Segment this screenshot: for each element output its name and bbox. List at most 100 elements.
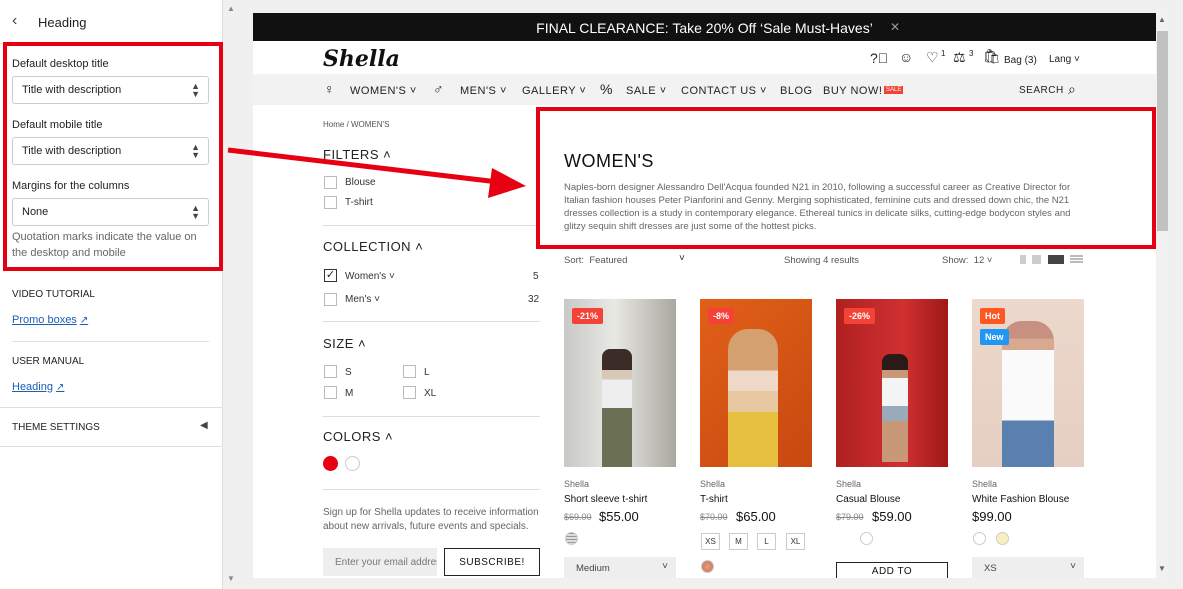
heading-manual-link[interactable]: Heading ↗: [12, 381, 64, 393]
scroll-up-icon[interactable]: ▲: [227, 4, 235, 13]
product-brand: Shella: [836, 479, 862, 489]
size-checkbox[interactable]: [403, 386, 416, 399]
product-brand: Shella: [564, 479, 590, 489]
product-image[interactable]: [564, 299, 676, 467]
color-swatch-white[interactable]: [860, 532, 873, 545]
store-logo[interactable]: Shella: [323, 46, 400, 72]
product-price: $99.00: [972, 509, 1012, 524]
left-scrollbar[interactable]: ▲ ▼: [224, 0, 238, 589]
nav-womens-label: WOMEN'S: [350, 85, 407, 97]
product-image[interactable]: [972, 299, 1084, 467]
scrollbar-thumb[interactable]: [1157, 31, 1168, 231]
new-badge: New: [980, 329, 1009, 345]
color-swatch-stripe[interactable]: [565, 532, 578, 545]
model-figure: [882, 354, 908, 462]
promo-boxes-link[interactable]: Promo boxes ↗: [12, 314, 88, 326]
size-option-m[interactable]: M: [729, 533, 748, 550]
size-checkbox[interactable]: [324, 386, 337, 399]
divider: [323, 225, 540, 226]
nav-womens[interactable]: WOMEN'S ˅: [350, 85, 417, 97]
close-icon[interactable]: ✕: [890, 20, 900, 34]
lang-label: Lang: [1049, 54, 1072, 65]
collection-mens[interactable]: Men's ˅: [345, 294, 380, 305]
sort-select[interactable]: Sort: Featured: [564, 255, 627, 266]
hot-badge: Hot: [980, 308, 1005, 324]
bag-label[interactable]: Bag (3): [1004, 55, 1037, 66]
color-swatch-red[interactable]: [323, 456, 338, 471]
bag-icon[interactable]: 🛍: [983, 48, 1001, 65]
compare-icon[interactable]: ⚖: [953, 49, 966, 66]
sort-label: Sort:: [564, 255, 585, 266]
divider: [0, 407, 223, 408]
search-label[interactable]: SEARCH: [1019, 85, 1064, 96]
woman-icon: ♀: [324, 81, 335, 97]
size-dropdown[interactable]: XS ˅: [972, 557, 1084, 578]
size-l-label: L: [424, 367, 430, 378]
size-option-xl[interactable]: XL: [786, 533, 805, 550]
product-old-price: $79.00: [836, 512, 864, 522]
collection-checkbox[interactable]: [324, 293, 337, 306]
product-name[interactable]: White Fashion Blouse: [972, 494, 1069, 505]
collection-checkbox-checked[interactable]: ✓: [324, 269, 337, 282]
panel-title: Heading: [38, 15, 87, 30]
divider: [323, 416, 540, 417]
size-option-xs[interactable]: XS: [701, 533, 720, 550]
collapse-left-icon[interactable]: ◀: [200, 420, 208, 431]
color-swatch-white[interactable]: [973, 532, 986, 545]
divider: [323, 489, 540, 490]
nav-mens[interactable]: MEN'S ˅: [460, 85, 507, 97]
size-checkbox[interactable]: [403, 365, 416, 378]
list-view-icon[interactable]: [1070, 255, 1083, 264]
help-icon[interactable]: ?⃝: [870, 50, 888, 66]
color-swatch-floral[interactable]: [701, 560, 714, 573]
size-dropdown-value: Medium: [576, 563, 610, 574]
product-name[interactable]: T-shirt: [700, 494, 728, 505]
scroll-up-icon[interactable]: ▲: [1158, 15, 1166, 24]
announcement-text: FINAL CLEARANCE: Take 20% Off ‘Sale Must…: [536, 20, 873, 36]
show-select[interactable]: Show: 12 ˅: [942, 255, 992, 266]
product-price: $65.00: [736, 509, 776, 524]
preview-scrollbar[interactable]: ▲ ▼: [1156, 13, 1169, 578]
scroll-down-icon[interactable]: ▼: [1158, 564, 1166, 573]
size-checkbox[interactable]: [324, 365, 337, 378]
account-icon[interactable]: ☺: [899, 49, 913, 65]
scroll-down-icon[interactable]: ▼: [227, 574, 235, 583]
back-icon[interactable]: ‹: [12, 12, 17, 30]
search-icon[interactable]: ⌕: [1068, 81, 1076, 98]
wishlist-icon[interactable]: ♡: [926, 49, 939, 66]
product-image[interactable]: [700, 299, 812, 467]
size-heading[interactable]: SIZE ˄: [323, 336, 366, 351]
nav-gallery[interactable]: GALLERY ˅: [522, 85, 586, 97]
grid-4-icon[interactable]: [1048, 255, 1064, 264]
highlight-box-settings: [3, 42, 223, 271]
collection-womens[interactable]: Women's ˅: [345, 271, 395, 282]
chevron-down-icon: ˅: [679, 253, 685, 264]
colors-heading[interactable]: COLORS ˄: [323, 429, 393, 444]
grid-3-icon[interactable]: [1032, 255, 1041, 264]
nav-sale[interactable]: SALE ˅: [626, 85, 667, 97]
discount-badge: -26%: [844, 308, 876, 324]
main-nav: ♀ WOMEN'S ˅ ♂ MEN'S ˅ GALLERY ˅ % SALE ˅…: [253, 74, 1156, 105]
collection-heading[interactable]: COLLECTION ˄: [323, 239, 423, 254]
size-xl-label: XL: [424, 388, 437, 399]
product-name[interactable]: Short sleeve t-shirt: [564, 494, 647, 505]
size-option-l[interactable]: L: [757, 533, 776, 550]
nav-contact[interactable]: CONTACT US ˅: [681, 85, 767, 97]
product-old-price: $70.00: [700, 512, 728, 522]
color-swatch-white[interactable]: [345, 456, 360, 471]
language-select[interactable]: Lang ˅: [1049, 54, 1080, 65]
arrow-line: [227, 147, 499, 185]
color-swatch-cream[interactable]: [996, 532, 1009, 545]
subscribe-button[interactable]: SUBSCRIBE!: [444, 548, 540, 576]
product-name[interactable]: Casual Blouse: [836, 494, 900, 505]
nav-blog[interactable]: BLOG: [780, 85, 813, 97]
email-input[interactable]: Enter your email address: [323, 548, 437, 576]
add-to-cart-button[interactable]: ADD TO: [836, 562, 948, 578]
user-manual-heading: USER MANUAL: [12, 356, 85, 367]
theme-settings-toggle[interactable]: THEME SETTINGS: [12, 422, 100, 433]
nav-buy-now[interactable]: BUY NOW!: [823, 85, 882, 97]
grid-2-icon[interactable]: [1020, 255, 1026, 264]
discount-badge: -21%: [572, 308, 604, 324]
size-dropdown[interactable]: Medium ˅: [564, 557, 676, 578]
product-image[interactable]: [836, 299, 948, 467]
